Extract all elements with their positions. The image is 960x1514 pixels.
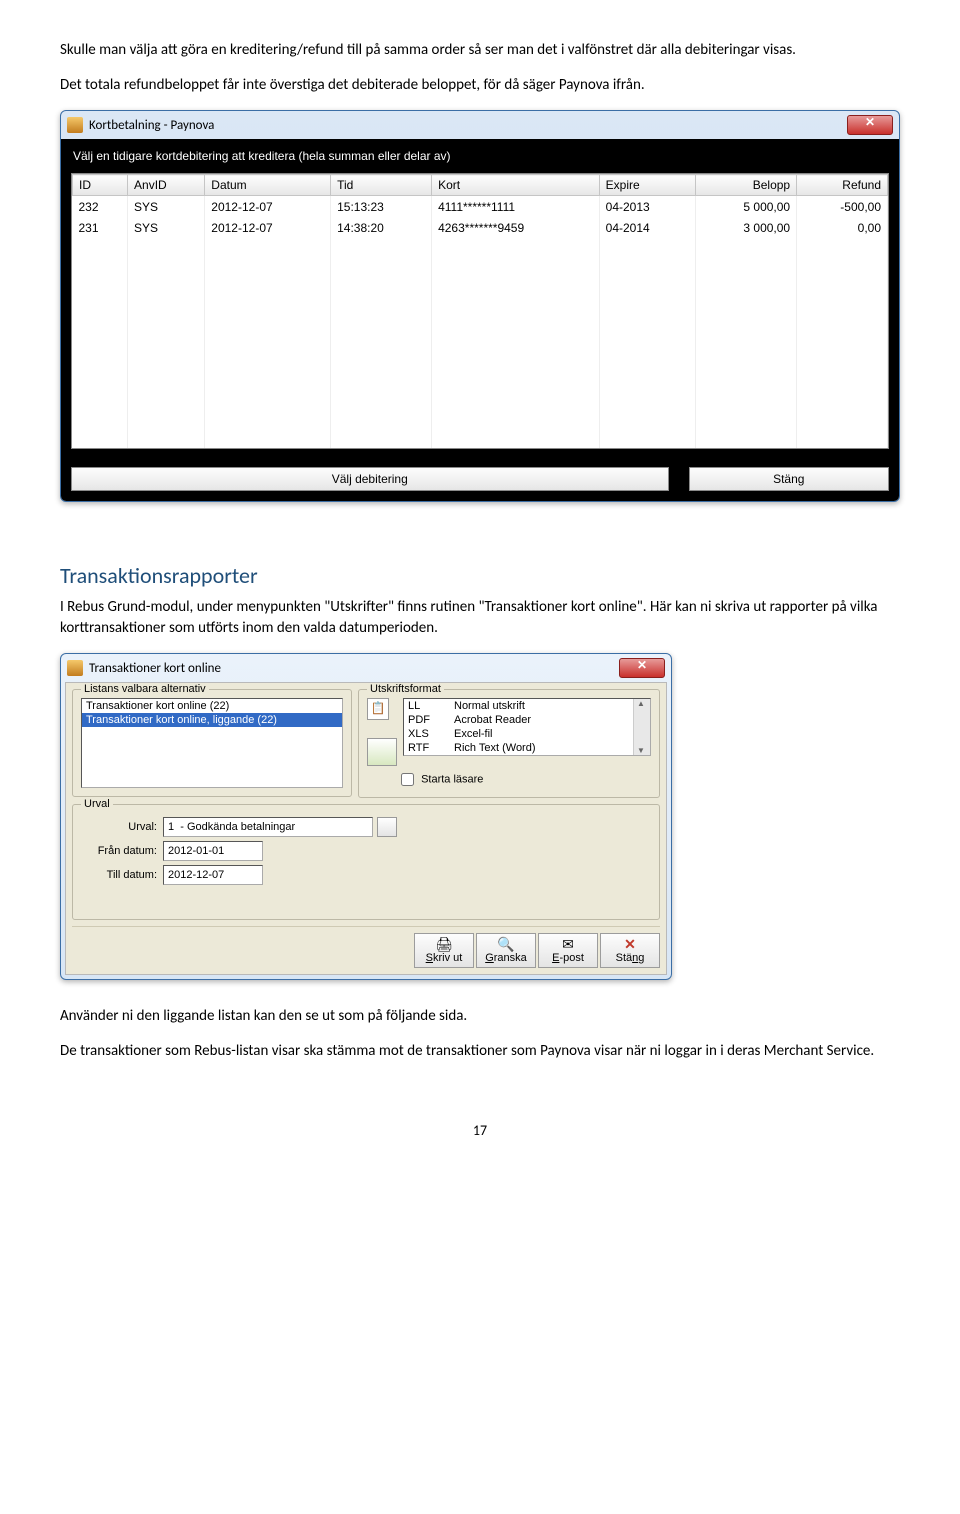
- table-row[interactable]: [73, 238, 888, 259]
- from-date-input[interactable]: [163, 841, 263, 861]
- urval-input[interactable]: [163, 817, 373, 837]
- table-row[interactable]: [73, 259, 888, 280]
- table-row[interactable]: [73, 280, 888, 301]
- app-icon: [67, 660, 83, 676]
- outro-paragraph-2: De transaktioner som Rebus-listan visar …: [60, 1041, 900, 1062]
- to-date-input[interactable]: [163, 865, 263, 885]
- table-row[interactable]: [73, 322, 888, 343]
- col-datum[interactable]: Datum: [205, 175, 331, 196]
- window-title: Kortbetalning - Paynova: [89, 118, 847, 133]
- close-icon[interactable]: ✕: [847, 115, 893, 135]
- copy-icon[interactable]: 📋: [367, 698, 389, 720]
- col-tid[interactable]: Tid: [331, 175, 432, 196]
- list-item[interactable]: XLSExcel-fil: [404, 727, 633, 741]
- table-row[interactable]: [73, 385, 888, 406]
- start-reader-checkbox[interactable]: [401, 773, 414, 786]
- group-legend: Utskriftsformat: [367, 683, 444, 695]
- dialog-transaktioner: Transaktioner kort online ✕ Listans valb…: [60, 653, 672, 980]
- print-button[interactable]: 🖨 Skriv ut: [414, 933, 474, 968]
- group-urval: Urval Urval: Från datum: Till datum:: [72, 804, 660, 920]
- section-heading-transaktionsrapporter: Transaktionsrapporter: [60, 562, 900, 589]
- table-row[interactable]: [73, 427, 888, 448]
- print-preview-icon[interactable]: [367, 738, 397, 766]
- format-listbox[interactable]: LLNormal utskrift PDFAcrobat Reader XLSE…: [403, 698, 651, 756]
- table-row[interactable]: [73, 364, 888, 385]
- table-row[interactable]: 232 SYS 2012-12-07 15:13:23 4111******11…: [73, 196, 888, 218]
- from-date-label: Från datum:: [81, 845, 163, 857]
- intro-paragraph-1: Skulle man välja att göra en kreditering…: [60, 40, 900, 61]
- magnifier-icon: 🔍: [477, 936, 535, 952]
- urval-label: Urval:: [81, 821, 163, 833]
- table-row[interactable]: 231 SYS 2012-12-07 14:38:20 4263*******9…: [73, 217, 888, 238]
- start-reader-label: Starta läsare: [421, 773, 483, 785]
- choose-debit-button[interactable]: Välj debitering: [71, 467, 669, 491]
- group-legend: Listans valbara alternativ: [81, 683, 209, 695]
- email-button-label-rest: -post: [559, 952, 583, 964]
- app-icon: [67, 117, 83, 133]
- button-bar: 🖨 Skriv ut 🔍 Granska ✉ E-post ✕ Stäng: [72, 926, 660, 968]
- list-item[interactable]: Transaktioner kort online (22): [82, 699, 342, 713]
- group-list-alternatives: Listans valbara alternativ Transaktioner…: [72, 689, 352, 797]
- titlebar: Transaktioner kort online ✕: [61, 654, 671, 682]
- to-date-label: Till datum:: [81, 869, 163, 881]
- group-print-format: Utskriftsformat 📋 LLNormal utskrift PDFA…: [358, 689, 660, 798]
- section-text: I Rebus Grund-modul, under menypunkten "…: [60, 597, 900, 639]
- col-expire[interactable]: Expire: [599, 175, 695, 196]
- close-x-icon: ✕: [601, 936, 659, 952]
- table-row[interactable]: [73, 343, 888, 364]
- list-item[interactable]: Transaktioner kort online, liggande (22): [82, 713, 342, 727]
- intro-paragraph-2: Det totala refundbeloppet får inte övers…: [60, 75, 900, 96]
- col-anvid[interactable]: AnvID: [128, 175, 205, 196]
- close-button[interactable]: ✕ Stäng: [600, 933, 660, 968]
- group-legend: Urval: [81, 798, 113, 810]
- window-title: Transaktioner kort online: [89, 661, 619, 676]
- instruction-text: Välj en tidigare kortdebitering att kred…: [73, 149, 889, 163]
- report-listbox[interactable]: Transaktioner kort online (22) Transakti…: [81, 698, 343, 788]
- outro-paragraph-1: Använder ni den liggande listan kan den …: [60, 1006, 900, 1027]
- email-button[interactable]: ✉ E-post: [538, 933, 598, 968]
- col-kort[interactable]: Kort: [432, 175, 600, 196]
- col-id[interactable]: ID: [73, 175, 128, 196]
- envelope-icon: ✉: [539, 936, 597, 952]
- list-item[interactable]: LLNormal utskrift: [404, 699, 633, 713]
- dialog-kortbetalning: Kortbetalning - Paynova ✕ Välj en tidiga…: [60, 110, 900, 502]
- table-header-row: ID AnvID Datum Tid Kort Expire Belopp Re…: [73, 175, 888, 196]
- page-number: 17: [60, 1122, 900, 1139]
- titlebar: Kortbetalning - Paynova ✕: [61, 111, 899, 139]
- list-item[interactable]: RTFRich Text (Word): [404, 741, 633, 755]
- col-belopp[interactable]: Belopp: [696, 175, 797, 196]
- preview-button[interactable]: 🔍 Granska: [476, 933, 536, 968]
- scrollbar[interactable]: [633, 699, 650, 755]
- print-button-label-rest: kriv ut: [433, 952, 462, 964]
- table-row[interactable]: [73, 301, 888, 322]
- lookup-icon[interactable]: [377, 817, 397, 837]
- close-icon[interactable]: ✕: [619, 658, 665, 678]
- list-item[interactable]: PDFAcrobat Reader: [404, 713, 633, 727]
- table-row[interactable]: [73, 406, 888, 427]
- preview-button-label-rest: ranska: [494, 952, 527, 964]
- debit-table[interactable]: ID AnvID Datum Tid Kort Expire Belopp Re…: [71, 173, 889, 449]
- close-button[interactable]: Stäng: [689, 467, 890, 491]
- printer-icon: 🖨: [415, 936, 473, 952]
- col-refund[interactable]: Refund: [797, 175, 888, 196]
